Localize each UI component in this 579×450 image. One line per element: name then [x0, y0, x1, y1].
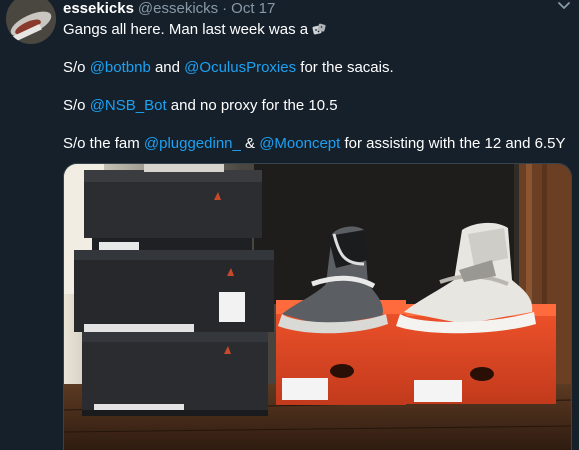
chevron-down-icon[interactable]: [556, 0, 572, 14]
tweet-date[interactable]: Oct 17: [231, 0, 275, 17]
tweet-photo[interactable]: [63, 163, 572, 450]
mention-pluggedinn[interactable]: @pluggedinn_: [144, 135, 241, 152]
line-2-text-c: for the sacais.: [296, 59, 394, 76]
tweet-line-2: S/o @botbnb and @OculusProxies for the s…: [63, 58, 573, 78]
tweet-line-1: Gangs all here. Man last week was a: [63, 20, 573, 40]
author-handle[interactable]: @essekicks: [138, 0, 218, 17]
header-separator: ·: [222, 0, 228, 17]
line-3-text-a: S/o: [63, 97, 90, 114]
author-name[interactable]: essekicks: [63, 0, 134, 17]
line-4-text-a: S/o the fam: [63, 135, 144, 152]
line-4-text-b: &: [240, 135, 260, 152]
tweet-line-3: S/o @NSB_Bot and no proxy for the 10.5: [63, 96, 573, 116]
mention-oculusproxies[interactable]: @OculusProxies: [184, 59, 296, 76]
line-2-text-b: and: [150, 59, 185, 76]
tweet-text: Gangs all here. Man last week was a S/o …: [63, 20, 573, 154]
line-4-text-c: for assisting with the 12 and 6.5Y: [340, 135, 566, 152]
mention-nsb-bot[interactable]: @NSB_Bot: [90, 97, 167, 114]
mention-botbnb[interactable]: @botbnb: [90, 59, 151, 76]
tweet-header: essekicks @essekicks · Oct 17: [63, 0, 275, 18]
line-2-text-a: S/o: [63, 59, 90, 76]
line-1-text: Gangs all here. Man last week was a: [63, 21, 309, 38]
tweet-line-4: S/o the fam @pluggedinn_ & @Mooncept for…: [63, 134, 573, 154]
mention-mooncept[interactable]: @Mooncept: [259, 135, 340, 152]
avatar[interactable]: [6, 0, 56, 44]
dice-emoji-icon: [312, 23, 326, 43]
line-3-text-b: and no proxy for the 10.5: [166, 97, 338, 114]
tweet: essekicks @essekicks · Oct 17 Gangs all her…: [0, 0, 579, 450]
